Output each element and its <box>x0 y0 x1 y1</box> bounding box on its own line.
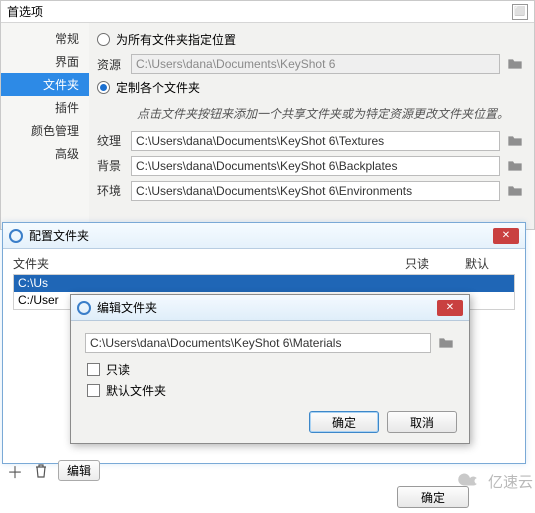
edit-browse-button[interactable] <box>437 334 455 352</box>
radio-all-folders[interactable]: 为所有文件夹指定位置 <box>97 31 524 48</box>
list-row[interactable]: C:\Us <box>14 275 514 292</box>
watermark-text: 亿速云 <box>488 471 533 492</box>
dlg-titlebar: 配置文件夹 ✕ <box>3 223 525 249</box>
sidebar-item-general[interactable]: 常规 <box>1 27 89 50</box>
browse-textures[interactable] <box>506 132 524 150</box>
row-label-resource: 资源 <box>97 56 131 73</box>
edit-ok-button[interactable]: 确定 <box>309 411 379 433</box>
prefs-titlebar: 首选项 ⬜ <box>1 1 534 23</box>
watermark: 亿速云 <box>455 470 533 492</box>
radio-icon <box>97 33 110 46</box>
edit-folder-dialog: 编辑文件夹 ✕ 只读 默认文件夹 确定 取消 <box>70 294 470 444</box>
checkbox-icon <box>87 363 100 376</box>
sidebar-item-advanced[interactable]: 高级 <box>1 142 89 165</box>
browse-env[interactable] <box>506 182 524 200</box>
checkbox-label: 默认文件夹 <box>106 382 166 399</box>
browse-backplates[interactable] <box>506 157 524 175</box>
checkbox-label: 只读 <box>106 361 130 378</box>
prefs-title-text: 首选项 <box>7 3 43 20</box>
edit-close-button[interactable]: ✕ <box>437 300 463 316</box>
path-env[interactable]: C:\Users\dana\Documents\KeyShot 6\Enviro… <box>131 181 500 201</box>
dlg-close-button[interactable]: ✕ <box>493 228 519 244</box>
radio-label: 为所有文件夹指定位置 <box>116 31 236 48</box>
edit-app-icon <box>77 301 91 315</box>
row-label-env: 环境 <box>97 182 131 199</box>
hint-text: 点击文件夹按钮来添加一个共享文件夹或为特定资源更改文件夹位置。 <box>97 102 524 131</box>
path-resource: C:\Users\dana\Documents\KeyShot 6 <box>131 54 500 74</box>
checkbox-default[interactable]: 默认文件夹 <box>87 382 455 399</box>
edit-titlebar: 编辑文件夹 ✕ <box>71 295 469 321</box>
prefs-content: 为所有文件夹指定位置 资源 C:\Users\dana\Documents\Ke… <box>89 23 534 229</box>
edit-cancel-button[interactable]: 取消 <box>387 411 457 433</box>
checkbox-icon <box>87 384 100 397</box>
col-readonly: 只读 <box>405 255 465 272</box>
path-backplates[interactable]: C:\Users\dana\Documents\KeyShot 6\Backpl… <box>131 156 500 176</box>
dlg-app-icon <box>9 229 23 243</box>
col-folder: 文件夹 <box>13 255 405 272</box>
radio-icon-on <box>97 81 110 94</box>
sidebar-item-folders[interactable]: 文件夹 <box>1 73 89 96</box>
preferences-window: 首选项 ⬜ 常规 界面 文件夹 插件 颜色管理 高级 为所有文件夹指定位置 资源… <box>0 0 535 230</box>
prefs-sidebar: 常规 界面 文件夹 插件 颜色管理 高级 <box>1 23 89 229</box>
list-header: 文件夹 只读 默认 <box>3 249 525 274</box>
path-textures[interactable]: C:\Users\dana\Documents\KeyShot 6\Textur… <box>131 131 500 151</box>
edit-title-text: 编辑文件夹 <box>97 299 157 316</box>
row-label-textures: 纹理 <box>97 132 131 149</box>
radio-custom-folders[interactable]: 定制各个文件夹 <box>97 79 524 96</box>
browse-resource[interactable] <box>506 55 524 73</box>
row-label-backplates: 背景 <box>97 157 131 174</box>
add-button[interactable]: ＋ <box>6 462 24 480</box>
delete-button[interactable] <box>32 462 50 480</box>
prefs-min-icon[interactable]: ⬜ <box>512 4 528 20</box>
radio-label: 定制各个文件夹 <box>116 79 200 96</box>
edit-button[interactable]: 编辑 <box>58 460 100 481</box>
col-default: 默认 <box>465 255 515 272</box>
checkbox-readonly[interactable]: 只读 <box>87 361 455 378</box>
sidebar-item-plugins[interactable]: 插件 <box>1 96 89 119</box>
edit-path-input[interactable] <box>85 333 431 353</box>
dlg-title-text: 配置文件夹 <box>29 227 89 244</box>
list-toolbar: ＋ 编辑 <box>6 460 100 481</box>
sidebar-item-color[interactable]: 颜色管理 <box>1 119 89 142</box>
sidebar-item-interface[interactable]: 界面 <box>1 50 89 73</box>
